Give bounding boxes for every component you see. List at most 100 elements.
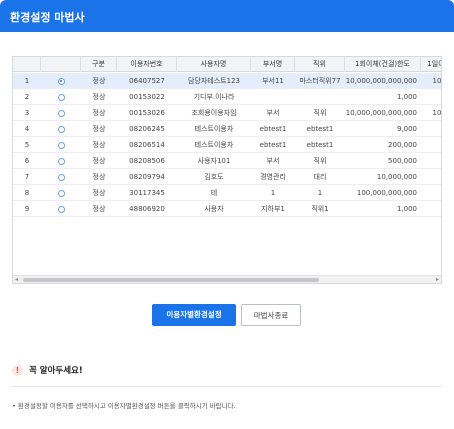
- row-user-name: 사용자101: [197, 157, 231, 165]
- row-user-name: 테스트이용자: [194, 141, 234, 149]
- row-select-radio[interactable]: [41, 201, 81, 217]
- title-bar: 환경설정 마법사: [0, 0, 454, 32]
- row-limit-once: 200,000: [388, 141, 417, 149]
- row-dept: [251, 89, 295, 105]
- row-number: 8: [24, 189, 30, 197]
- warning-icon: !: [12, 365, 23, 376]
- radio-button-icon[interactable]: [57, 205, 65, 213]
- col-header-limit-day[interactable]: 1일이체(: [421, 57, 441, 72]
- row-select-radio[interactable]: [41, 137, 81, 153]
- table-row[interactable]: 3 정상 00153026 조회용이용자임 부서 직위 10,000,000,000,000…: [13, 105, 441, 121]
- scroll-right-icon[interactable]: ▸: [436, 276, 439, 283]
- row-dept: 경영관리: [260, 173, 286, 181]
- table-row[interactable]: 2 정상 00153022 기디부.이나라 1,000: [13, 89, 441, 105]
- row-status: 정상: [92, 125, 106, 133]
- row-dept: ebtest1: [259, 141, 287, 149]
- table-row[interactable]: 8 정상 30117345 테 1 1 100,000,000,000 100: [13, 185, 441, 201]
- col-header-user-name[interactable]: 사용자명: [177, 57, 251, 72]
- row-select-radio[interactable]: [41, 185, 81, 201]
- row-limit-once: 10,000,000: [376, 173, 417, 181]
- row-select-radio[interactable]: [41, 169, 81, 185]
- row-select-radio[interactable]: [41, 105, 81, 121]
- row-dept: 부서: [266, 157, 280, 165]
- col-header-dept[interactable]: 부서명: [251, 57, 295, 72]
- row-select-radio[interactable]: [41, 121, 81, 137]
- row-user-no: 08206245: [129, 125, 165, 133]
- row-dept: ebtest1: [259, 125, 287, 133]
- radio-button-icon[interactable]: [57, 173, 65, 181]
- row-number: 6: [24, 157, 30, 165]
- notice-title: 꼭 알아두세요!: [29, 366, 83, 376]
- row-status: 정상: [92, 157, 106, 165]
- radio-button-icon[interactable]: [57, 125, 65, 133]
- row-dept: 지하부1: [261, 205, 285, 213]
- row-number: 5: [24, 141, 30, 149]
- row-user-name: 테: [210, 189, 218, 197]
- row-limit-once: 1,000: [396, 205, 417, 213]
- row-limit-day: 10,000: [432, 109, 442, 117]
- row-status: 정상: [92, 77, 106, 85]
- row-limit-day: [421, 201, 441, 217]
- row-number: 9: [24, 205, 30, 213]
- table-row[interactable]: 9 정상 48806920 사용자 지하부1 직위1 1,000: [13, 201, 441, 217]
- notice-text: • 환경설정할 이용자를 선택하시고 이용자별환경설정 버튼을 클릭하시기 바랍…: [12, 402, 236, 410]
- col-header-limit-once[interactable]: 1회이체(건걸)한도: [345, 57, 421, 72]
- row-user-name: 조회용이용자임: [191, 109, 237, 117]
- radio-button-icon[interactable]: [57, 157, 65, 165]
- table-row[interactable]: 6 정상 08208506 사용자101 부서 직위 500,000 100: [13, 153, 441, 169]
- radio-button-icon[interactable]: [57, 189, 65, 197]
- row-number: 2: [24, 93, 30, 101]
- row-user-name: 테스트이용자: [194, 125, 234, 133]
- scroll-left-icon[interactable]: ◂: [15, 276, 18, 283]
- col-header-position[interactable]: 직위: [295, 57, 345, 72]
- col-header-no: [13, 57, 41, 72]
- grid-header: 구분 이용자번호 사용자명 부서명 직위 1회이체(건걸)한도 1일이체(: [13, 57, 441, 72]
- row-user-no: 08206514: [129, 141, 165, 149]
- radio-button-icon[interactable]: [57, 77, 65, 85]
- row-number: 3: [24, 109, 30, 117]
- row-status: 정상: [92, 109, 106, 117]
- row-position: 직위: [313, 109, 327, 117]
- row-status: 정상: [92, 189, 106, 197]
- row-user-name: 사용자: [204, 205, 224, 213]
- row-user-no: 06407527: [129, 77, 165, 85]
- row-user-no: 08208506: [129, 157, 165, 165]
- user-settings-button[interactable]: 이용자별환경설정: [152, 304, 236, 326]
- radio-button-icon[interactable]: [57, 109, 65, 117]
- row-number: 1: [24, 77, 30, 85]
- row-status: 정상: [92, 93, 106, 101]
- row-limit-day: [421, 89, 441, 105]
- table-row[interactable]: 5 정상 08206514 테스트이용자 ebtest1 ebtest1 200,000: [13, 137, 441, 153]
- row-position: 직위: [313, 157, 327, 165]
- row-limit-once: 1,000: [396, 93, 417, 101]
- col-header-user-no[interactable]: 이용자번호: [117, 57, 177, 72]
- scrollbar-thumb[interactable]: [23, 278, 319, 282]
- row-select-radio[interactable]: [41, 73, 81, 89]
- row-number: 7: [24, 173, 30, 181]
- row-select-radio[interactable]: [41, 89, 81, 105]
- row-number: 4: [24, 125, 30, 133]
- horizontal-scrollbar[interactable]: ◂ ▸: [13, 275, 441, 283]
- close-wizard-button[interactable]: 마법사종료: [241, 304, 301, 326]
- row-limit-once: 10,000,000,000,000: [345, 77, 417, 85]
- row-limit-day: 10,000: [432, 77, 442, 85]
- radio-button-icon[interactable]: [57, 93, 65, 101]
- table-row[interactable]: 7 정상 08209794 김호도 경영관리 대리 10,000,000 100: [13, 169, 441, 185]
- row-position: 마스터직위77: [299, 77, 341, 85]
- row-user-name: 김호도: [204, 173, 224, 181]
- row-user-name: 기디부.이나라: [193, 93, 235, 101]
- table-row[interactable]: 4 정상 08206245 테스트이용자 ebtest1 ebtest1 9,000: [13, 121, 441, 137]
- row-limit-day: [421, 137, 441, 153]
- row-select-radio[interactable]: [41, 153, 81, 169]
- row-limit-once: 500,000: [388, 157, 417, 165]
- row-position: [295, 89, 345, 105]
- row-position: ebtest1: [306, 125, 334, 133]
- table-row[interactable]: 1 정상 06407527 담당자테스트123 부서11 마스터직위77 10,000,00…: [13, 73, 441, 89]
- row-user-no: 08209794: [129, 173, 165, 181]
- row-user-no: 00153026: [129, 109, 165, 117]
- window-title: 환경설정 마법사: [10, 11, 85, 24]
- row-limit-day: 100: [421, 153, 441, 169]
- row-position: 직위1: [311, 205, 329, 213]
- radio-button-icon[interactable]: [57, 141, 65, 149]
- col-header-status[interactable]: 구분: [81, 57, 117, 72]
